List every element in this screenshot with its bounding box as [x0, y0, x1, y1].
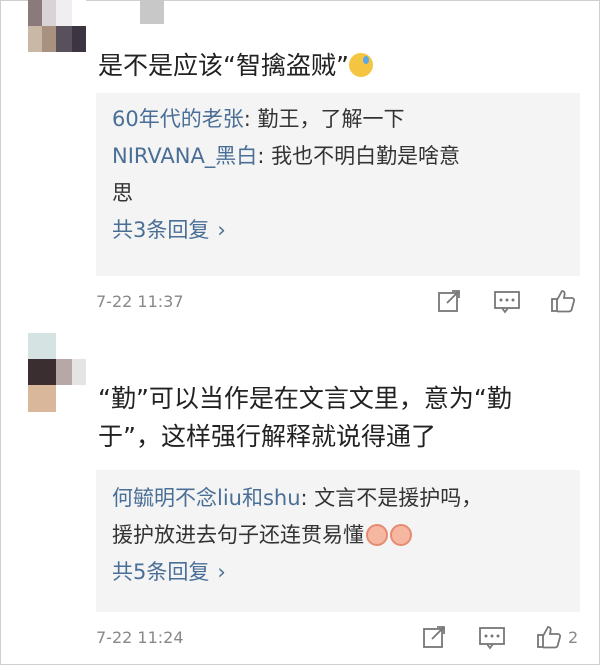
comment-text: 是不是应该“智擒盗贼” [98, 47, 373, 85]
like-count: 2 [568, 628, 579, 647]
chevron-right-icon: › [217, 560, 226, 584]
thumbs-up-icon[interactable] [536, 624, 562, 650]
reply-author[interactable]: NIRVANA_黑白 [112, 144, 257, 168]
comment-body: 是不是应该“智擒盗贼” [98, 51, 349, 80]
reply-item: 何毓明不念liu和shu: 文言不是援护吗， [96, 480, 580, 517]
comment-text: “勤”可以当作是在文言文里，意为“勤 于”，这样强行解释就说得通了 [98, 380, 512, 456]
avatar-fragment [140, 0, 164, 24]
reply-author[interactable]: 60年代的老张 [112, 107, 244, 131]
reply-author[interactable]: 何毓明不念liu和shu [112, 486, 301, 510]
reply-text: : 我也不明白勤是啥意 [257, 144, 461, 168]
view-more-replies-link[interactable]: 共3条回复 › [96, 212, 580, 249]
reply-text: : 勤王，了解一下 [243, 107, 405, 131]
chevron-right-icon: › [217, 218, 226, 242]
avatar-fragment [28, 386, 56, 412]
reply-text-continued: 思 [112, 181, 133, 205]
comment-body-line-2: 于”，这样强行解释就说得通了 [98, 422, 436, 451]
thumbs-up-icon[interactable] [550, 288, 576, 314]
comment-icon[interactable] [478, 624, 506, 650]
comment-meta: 7-22 11:37 [96, 288, 580, 318]
reply-item: NIRVANA_黑白: 我也不明白勤是啥意 [96, 138, 580, 175]
peach-emoji-icon [366, 524, 388, 546]
avatar[interactable] [28, 333, 86, 393]
reply-item-continued: 思 [96, 175, 580, 212]
timestamp: 7-22 11:24 [96, 628, 184, 647]
view-more-replies-link[interactable]: 共5条回复 › [96, 554, 580, 591]
more-replies-label: 共3条回复 [112, 218, 210, 242]
share-icon[interactable] [436, 288, 462, 314]
avatar[interactable] [28, 0, 86, 60]
timestamp: 7-22 11:37 [96, 292, 184, 311]
reply-text: : 文言不是援护吗， [300, 486, 483, 510]
more-replies-label: 共5条回复 [112, 560, 210, 584]
comment-meta: 7-22 11:24 2 [96, 624, 580, 654]
share-icon[interactable] [421, 624, 447, 650]
reply-item: 60年代的老张: 勤王，了解一下 [96, 101, 580, 138]
reply-item-continued: 援护放进去句子还连贯易懂 [96, 517, 580, 554]
reply-box: 何毓明不念liu和shu: 文言不是援护吗， 援护放进去句子还连贯易懂 共5条回… [96, 470, 580, 612]
reply-box: 60年代的老张: 勤王，了解一下 NIRVANA_黑白: 我也不明白勤是啥意 思… [96, 93, 580, 276]
cold-sweat-emoji-icon [348, 53, 373, 77]
comment-icon[interactable] [493, 288, 521, 314]
peach-emoji-icon [390, 524, 412, 546]
reply-text-continued: 援护放进去句子还连贯易懂 [112, 523, 364, 547]
comment-body-line-1: “勤”可以当作是在文言文里，意为“勤 [98, 384, 512, 413]
